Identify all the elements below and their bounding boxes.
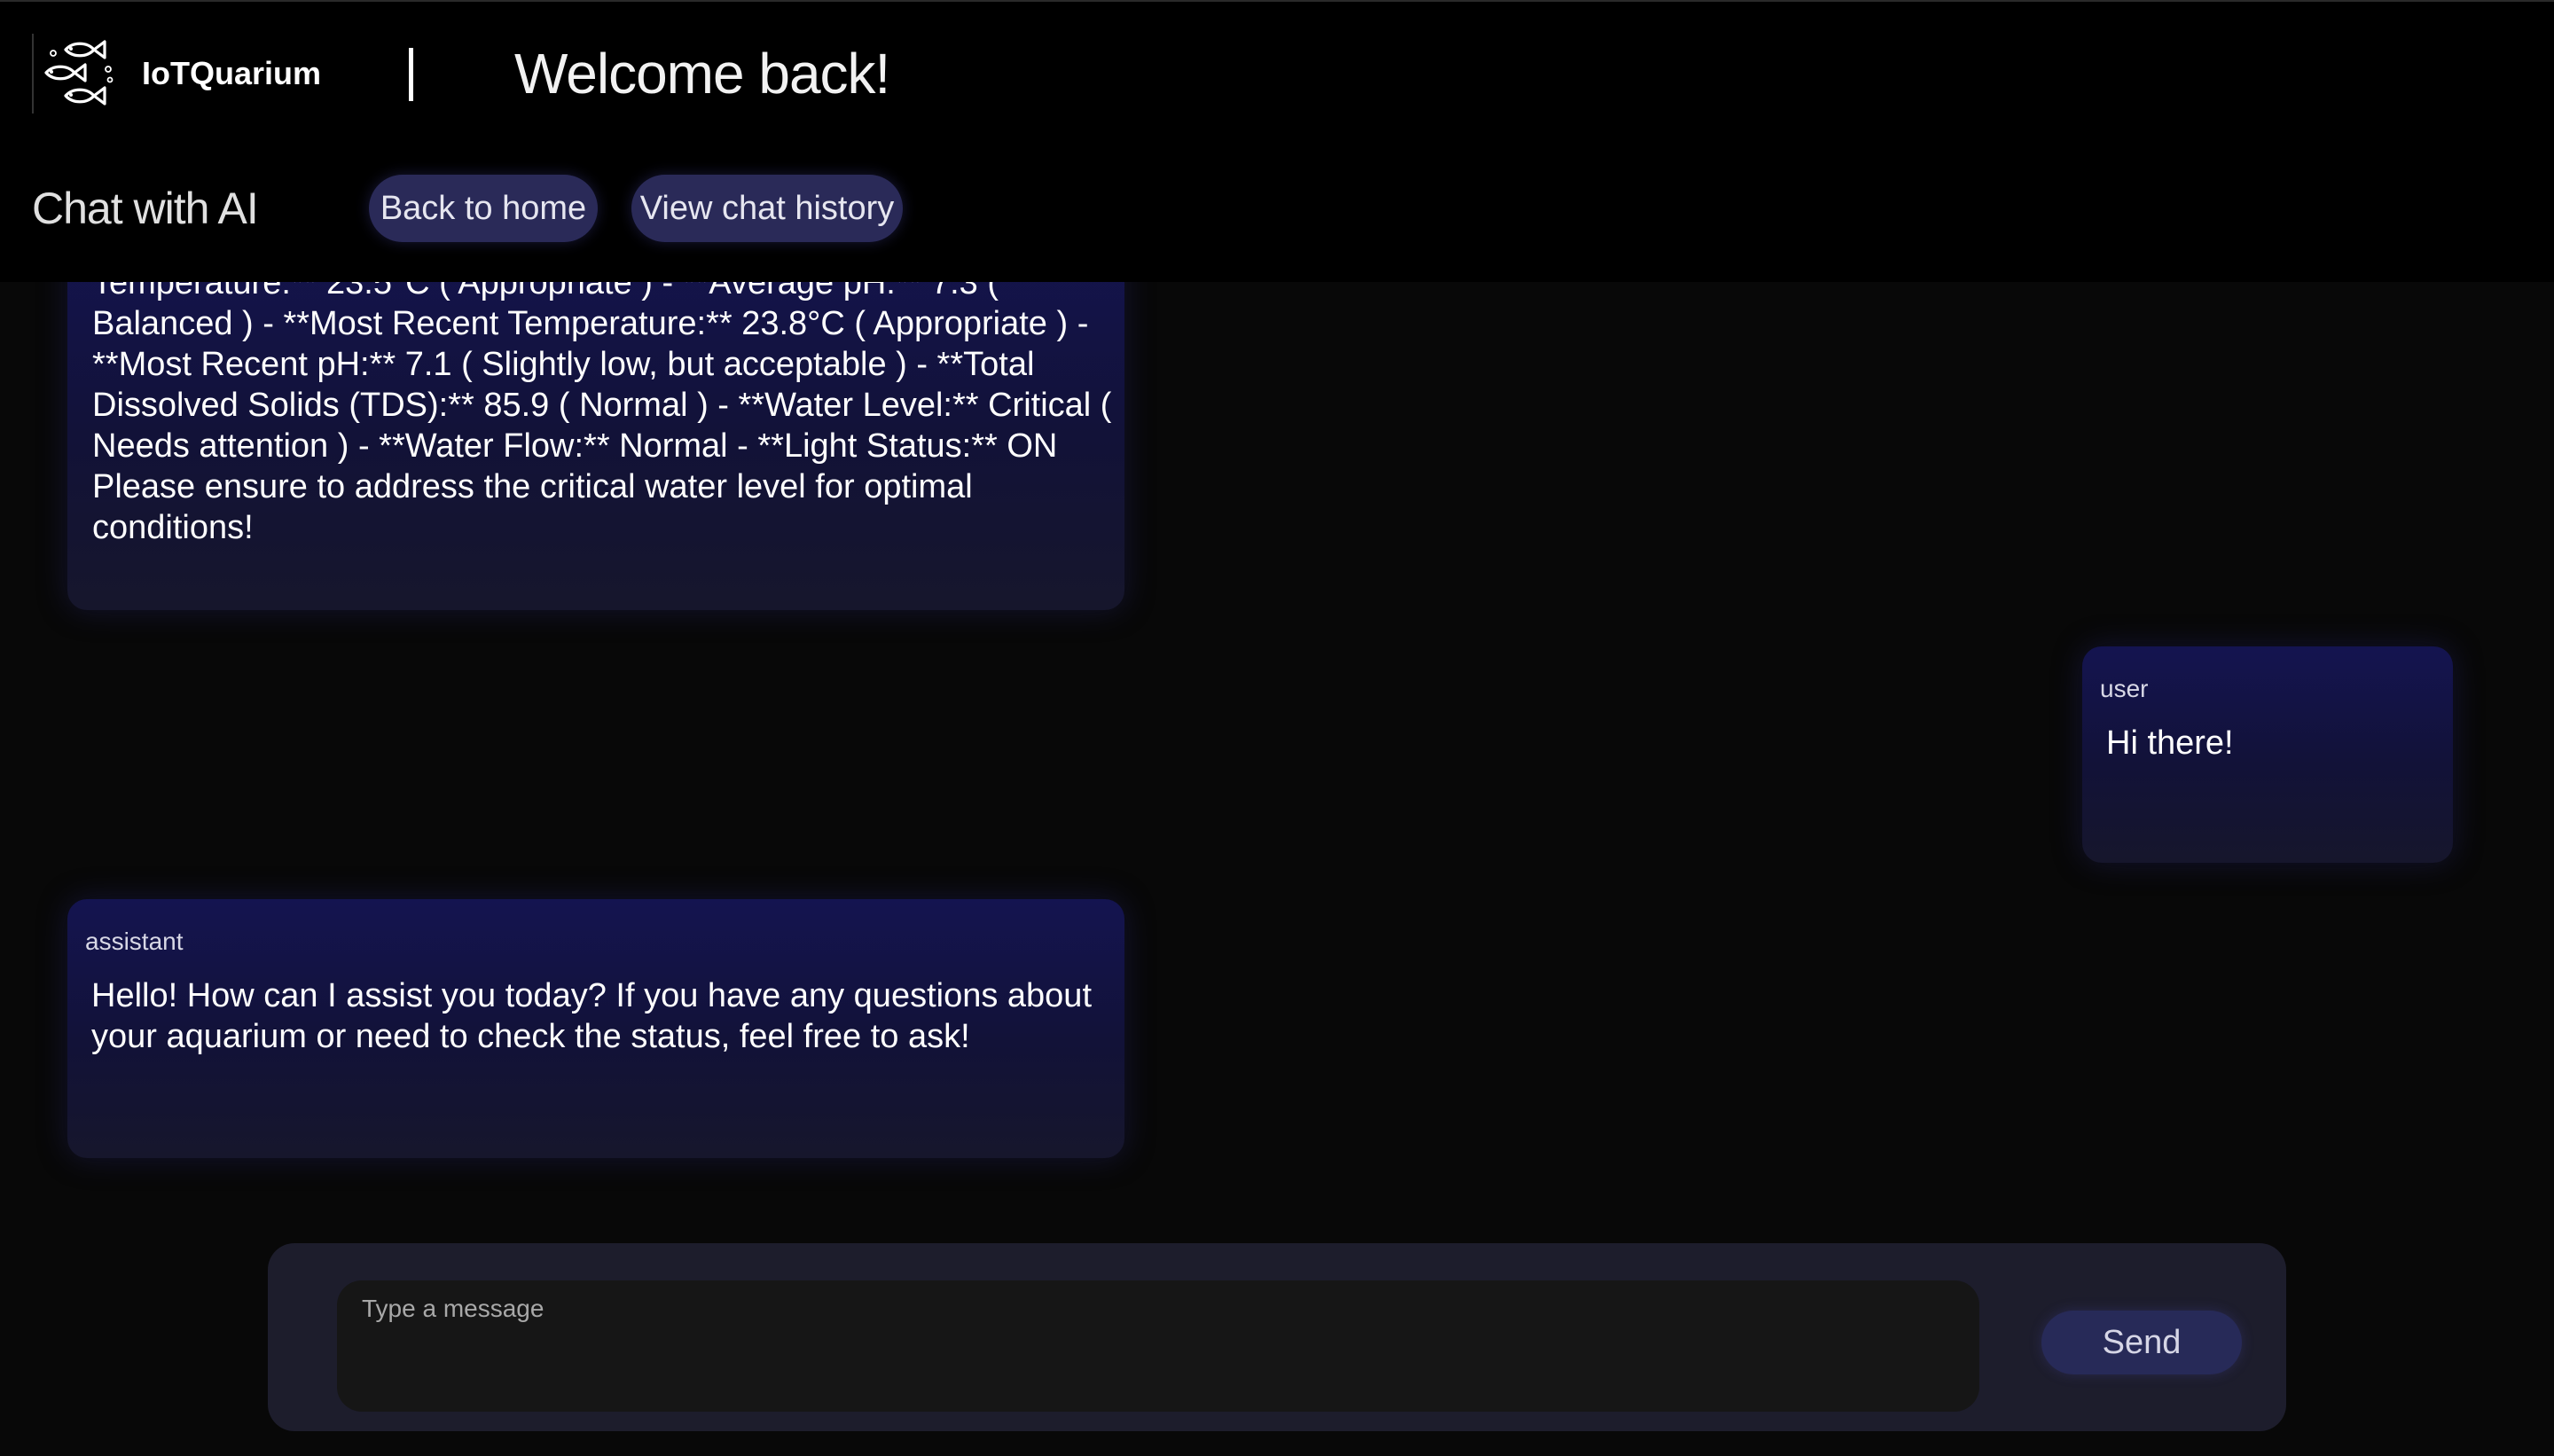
message-content: Temperature:** 23.5°C ( Appropriate ) - … (92, 264, 1112, 546)
user-message-bubble: user Hi there! (2082, 646, 2453, 863)
page-title: Chat with AI (32, 184, 259, 233)
message-input[interactable] (337, 1280, 1979, 1412)
message-content: Hello! How can I assist you today? If yo… (91, 977, 1092, 1055)
assistant-message-bubble: assistant Hello! How can I assist you to… (67, 899, 1124, 1158)
brand-name: IoTQuarium (142, 55, 322, 91)
back-to-home-button[interactable]: Back to home (369, 175, 598, 242)
message-role: user (2100, 675, 2149, 702)
message-composer: Send (268, 1243, 2286, 1431)
fish-school-icon (32, 34, 121, 114)
message-content: Hi there! (2106, 724, 2234, 762)
send-button[interactable]: Send (2041, 1311, 2242, 1374)
message-role: assistant (85, 928, 184, 955)
welcome-heading: Welcome back! (514, 42, 890, 106)
header-divider (409, 48, 413, 101)
view-chat-history-button[interactable]: View chat history (631, 175, 903, 242)
app-header: IoTQuarium Welcome back! Chat with AI Ba… (0, 2, 2554, 282)
